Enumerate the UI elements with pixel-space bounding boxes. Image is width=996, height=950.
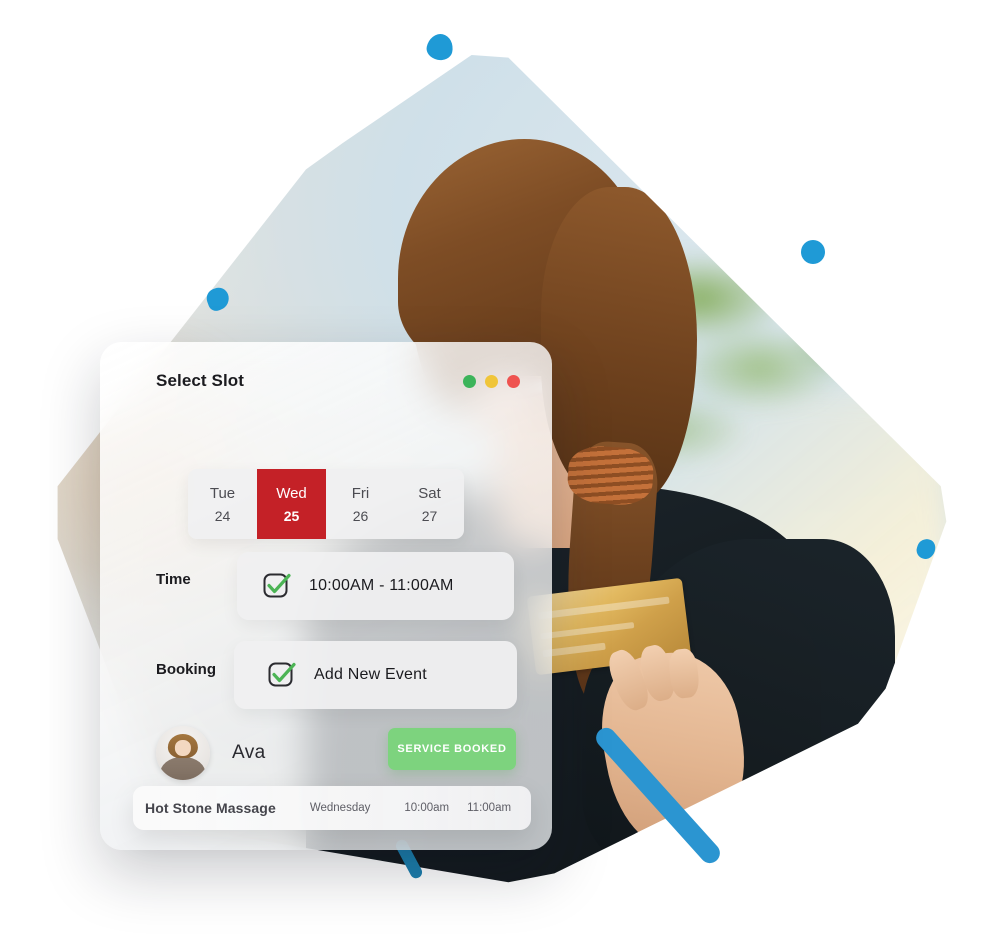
day-number: 25 xyxy=(283,507,300,524)
checkbox-checked-icon[interactable] xyxy=(261,570,293,602)
booking-field[interactable]: Add New Event xyxy=(234,641,517,709)
day-tab-fri[interactable]: Fri 26 xyxy=(326,469,395,539)
booking-value: Add New Event xyxy=(314,666,427,683)
day-name: Sat xyxy=(418,484,441,502)
blue-dot-right-decoration xyxy=(801,240,825,264)
summary-start-time: 10:00am xyxy=(404,802,450,814)
checkbox-checked-icon[interactable] xyxy=(266,659,298,691)
day-selector[interactable]: Tue 24 Wed 25 Fri 26 Sat 27 xyxy=(188,469,464,539)
page-title: Select Slot xyxy=(156,371,245,390)
staff-name: Ava xyxy=(232,742,266,763)
day-name: Wed xyxy=(276,484,307,502)
panel-header: Select Slot xyxy=(100,342,552,420)
day-number: 27 xyxy=(421,507,438,524)
hero-illustration: Select Slot Tue 24 Wed 25 Fri 26 Sat 27 … xyxy=(0,0,996,950)
time-field[interactable]: 10:00AM - 11:00AM xyxy=(237,552,514,620)
service-booked-button[interactable]: SERVICE BOOKED xyxy=(388,728,516,770)
blue-dot-top-decoration xyxy=(424,31,456,63)
day-name: Tue xyxy=(209,484,236,502)
day-tab-wed[interactable]: Wed 25 xyxy=(257,469,326,539)
staff-row: Ava SERVICE BOOKED xyxy=(156,722,516,784)
booking-summary-bar[interactable]: Hot Stone Massage Wednesday 10:00am 11:0… xyxy=(133,786,531,830)
avatar[interactable] xyxy=(156,726,210,780)
woman-braid-tie xyxy=(566,443,655,507)
summary-day: Wednesday xyxy=(309,802,371,814)
day-tab-sat[interactable]: Sat 27 xyxy=(395,469,464,539)
day-name: Fri xyxy=(351,484,370,502)
window-controls xyxy=(463,374,520,388)
time-value: 10:00AM - 11:00AM xyxy=(309,577,454,594)
time-label: Time xyxy=(156,571,191,588)
day-number: 24 xyxy=(214,507,231,524)
day-tab-tue[interactable]: Tue 24 xyxy=(188,469,257,539)
booking-label: Booking xyxy=(156,661,216,678)
minimize-button[interactable] xyxy=(463,374,476,388)
day-number: 26 xyxy=(352,507,369,524)
maximize-button[interactable] xyxy=(485,374,498,388)
summary-end-time: 11:00am xyxy=(467,802,512,814)
close-button[interactable] xyxy=(507,374,520,388)
summary-service-name: Hot Stone Massage xyxy=(145,800,276,816)
